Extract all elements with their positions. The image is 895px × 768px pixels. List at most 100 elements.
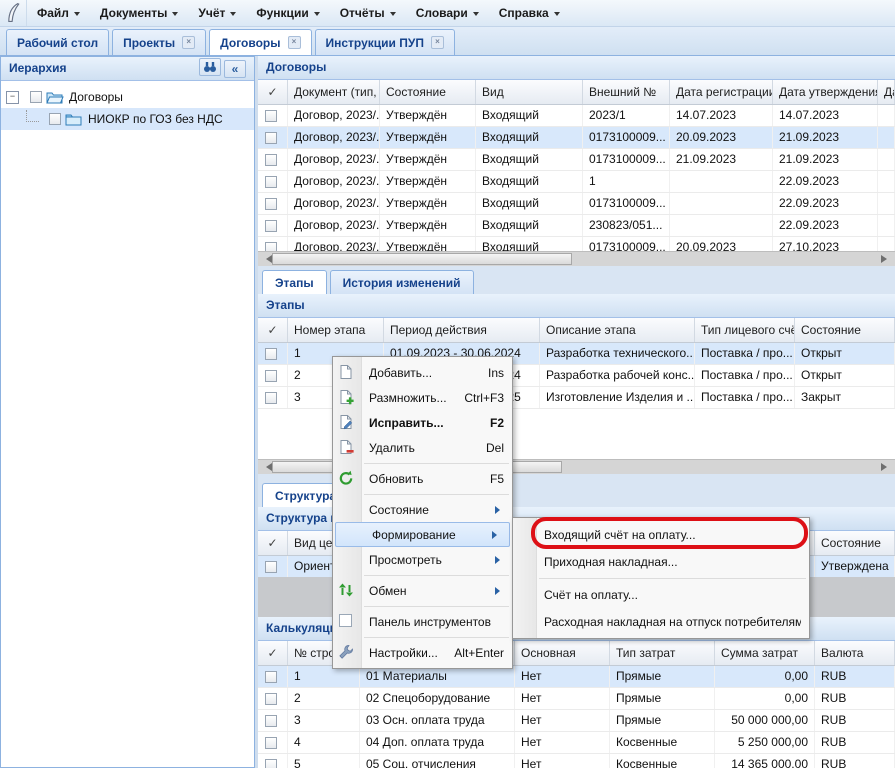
- column-header-Тип лицевого счёт[interactable]: Тип лицевого счёт: [695, 318, 795, 342]
- menubar-item-Учёт[interactable]: Учёт: [188, 2, 246, 24]
- column-header-Тип затрат[interactable]: Тип затрат: [610, 641, 715, 665]
- dropdown-arrow-icon: [74, 12, 80, 19]
- table-row[interactable]: Договор, 2023/...УтверждёнВходящий2023/1…: [258, 105, 895, 127]
- scroll-left-icon[interactable]: [262, 463, 272, 471]
- row-checkbox[interactable]: [265, 154, 277, 166]
- table-row[interactable]: Договор, 2023/...УтверждёнВходящий230823…: [258, 215, 895, 237]
- tree-expander-icon[interactable]: −: [6, 91, 19, 104]
- row-checkbox[interactable]: [265, 759, 277, 768]
- row-checkbox[interactable]: [265, 220, 277, 232]
- column-header-Дата[interactable]: Дата: [878, 80, 895, 104]
- menubar-item-Справка[interactable]: Справка: [489, 2, 570, 24]
- column-header-Документ (тип, №[interactable]: Документ (тип, №: [288, 80, 380, 104]
- row-checkbox[interactable]: [265, 737, 277, 749]
- menubar-item-Файл[interactable]: Файл: [27, 2, 90, 24]
- tab-Рабочий стол[interactable]: Рабочий стол: [6, 29, 109, 55]
- table-row[interactable]: 303 Осн. оплата трудаНетПрямые50 000 000…: [258, 710, 895, 732]
- column-header-Внешний №[interactable]: Внешний №: [583, 80, 670, 104]
- menu-item[interactable]: Добавить...Ins: [333, 360, 512, 385]
- menu-item[interactable]: Формирование: [335, 522, 510, 547]
- tree-node[interactable]: −Договоры: [1, 86, 254, 108]
- table-row[interactable]: Договор, 2023/...УтверждёнВходящий017310…: [258, 193, 895, 215]
- column-header-✓[interactable]: ✓: [258, 641, 288, 665]
- scroll-right-icon[interactable]: [881, 255, 891, 263]
- column-header-✓[interactable]: ✓: [258, 318, 288, 342]
- column-header-Период действия[interactable]: Период действия: [384, 318, 540, 342]
- column-header-Состояние[interactable]: Состояние: [380, 80, 476, 104]
- menu-item[interactable]: УдалитьDel: [333, 435, 512, 460]
- tab-Этапы[interactable]: Этапы: [262, 270, 327, 294]
- menu-item[interactable]: Приходная накладная...: [513, 548, 809, 575]
- table-row[interactable]: Договор, 2023/...УтверждёнВходящий017310…: [258, 127, 895, 149]
- row-checkbox[interactable]: [265, 671, 277, 683]
- column-header-Вид[interactable]: Вид: [476, 80, 583, 104]
- tab-Договоры[interactable]: Договоры×: [209, 29, 311, 55]
- menu-item[interactable]: Входящий счёт на оплату...: [513, 521, 809, 548]
- horizontal-scrollbar[interactable]: [258, 251, 895, 266]
- column-header-Сумма затрат[interactable]: Сумма затрат: [715, 641, 815, 665]
- row-checkbox[interactable]: [265, 176, 277, 188]
- app-logo-icon[interactable]: [0, 0, 27, 26]
- menu-item[interactable]: Состояние: [333, 497, 512, 522]
- table-row[interactable]: 101 МатериалыНетПрямые0,00RUB: [258, 666, 895, 688]
- column-header-Валюта[interactable]: Валюта: [815, 641, 895, 665]
- table-row[interactable]: 202 СпецоборудованиеНетПрямые0,00RUB: [258, 688, 895, 710]
- menu-item[interactable]: Расходная накладная на отпуск потребител…: [513, 608, 809, 635]
- row-checkbox[interactable]: [265, 693, 277, 705]
- row-checkbox[interactable]: [265, 198, 277, 210]
- column-header-Номер этапа[interactable]: Номер этапа: [288, 318, 384, 342]
- binoculars-icon[interactable]: [199, 58, 221, 76]
- column-header-Дата утверждения[interactable]: Дата утверждения: [773, 80, 878, 104]
- page-edit-icon: [338, 414, 354, 430]
- collapse-left-icon[interactable]: «: [224, 60, 246, 78]
- tab-close-icon[interactable]: ×: [182, 36, 195, 49]
- tab-История изменений[interactable]: История изменений: [330, 270, 474, 294]
- node-checkbox[interactable]: [49, 113, 61, 125]
- menubar-item-Документы[interactable]: Документы: [90, 2, 188, 24]
- tree-node[interactable]: НИОКР по ГОЗ без НДС: [1, 108, 254, 130]
- exchange-icon: [338, 582, 354, 598]
- menu-item[interactable]: Просмотреть: [333, 547, 512, 572]
- row-checkbox[interactable]: [265, 561, 277, 573]
- row-checkbox[interactable]: [265, 715, 277, 727]
- cell: Договор, 2023/...: [288, 215, 380, 236]
- submenu-arrow-icon: [495, 506, 504, 514]
- scroll-right-icon[interactable]: [881, 463, 891, 471]
- column-header-Основная[interactable]: Основная: [515, 641, 610, 665]
- column-header-Описание этапа[interactable]: Описание этапа: [540, 318, 695, 342]
- menu-item[interactable]: Счёт на оплату...: [513, 581, 809, 608]
- table-row[interactable]: Договор, 2023/...УтверждёнВходящий017310…: [258, 149, 895, 171]
- tab-close-icon[interactable]: ×: [431, 36, 444, 49]
- column-header-Состояние[interactable]: Состояние: [815, 531, 895, 555]
- column-header-Состояние[interactable]: Состояние: [795, 318, 895, 342]
- row-checkbox[interactable]: [265, 392, 277, 404]
- scroll-left-icon[interactable]: [262, 255, 272, 263]
- table-row[interactable]: 505 Соц. отчисленияНетКосвенные14 365 00…: [258, 754, 895, 768]
- row-checkbox[interactable]: [265, 110, 277, 122]
- menubar-item-Словари[interactable]: Словари: [406, 2, 489, 24]
- table-row[interactable]: Договор, 2023/...УтверждёнВходящий122.09…: [258, 171, 895, 193]
- menu-item[interactable]: Исправить...F2: [333, 410, 512, 435]
- cell: Открыт: [795, 365, 895, 386]
- menubar-item-Функции[interactable]: Функции: [246, 2, 329, 24]
- menubar-item-Отчёты[interactable]: Отчёты: [330, 2, 406, 24]
- node-checkbox[interactable]: [30, 91, 42, 103]
- row-checkbox[interactable]: [265, 370, 277, 382]
- menu-item[interactable]: Обмен: [333, 578, 512, 603]
- row-checkbox[interactable]: [265, 348, 277, 360]
- column-header-Дата регистрации.[interactable]: Дата регистрации.: [670, 80, 773, 104]
- cell: 1: [583, 171, 670, 192]
- tab-Инструкции ПУП[interactable]: Инструкции ПУП×: [315, 29, 455, 55]
- column-header-✓[interactable]: ✓: [258, 80, 288, 104]
- menu-item[interactable]: Панель инструментов: [333, 609, 512, 634]
- menu-item[interactable]: Размножить...Ctrl+F3: [333, 385, 512, 410]
- tab-Проекты[interactable]: Проекты×: [112, 29, 206, 55]
- menu-item[interactable]: Настройки...Alt+Enter: [333, 640, 512, 665]
- row-checkbox[interactable]: [265, 132, 277, 144]
- scrollbar-thumb[interactable]: [272, 253, 572, 265]
- tab-close-icon[interactable]: ×: [288, 36, 301, 49]
- menu-item[interactable]: ОбновитьF5: [333, 466, 512, 491]
- column-header-✓[interactable]: ✓: [258, 531, 288, 555]
- table-row[interactable]: 404 Доп. оплата трудаНетКосвенные5 250 0…: [258, 732, 895, 754]
- cell: [878, 171, 895, 192]
